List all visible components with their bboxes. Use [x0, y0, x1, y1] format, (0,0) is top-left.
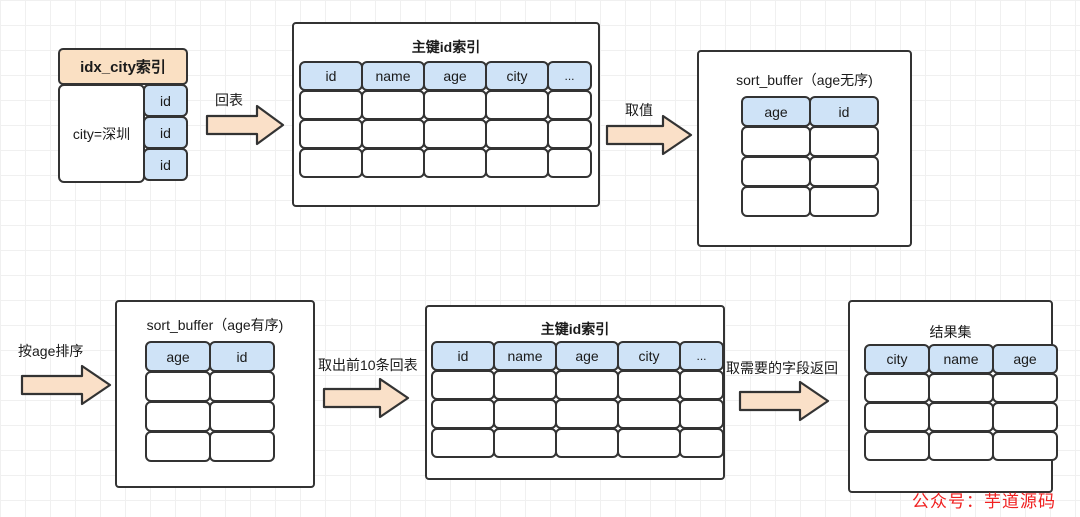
table-cell: [864, 373, 930, 403]
pk-index-top-col-city: city: [485, 61, 549, 91]
table-cell: [809, 156, 879, 187]
pk-index-top-container: 主键id索引 id name age city ...: [292, 22, 600, 207]
table-cell: [209, 431, 275, 462]
sort-buffer-sorted-col-id: id: [209, 341, 275, 372]
table-cell: [741, 186, 811, 217]
table-cell: [617, 399, 681, 429]
idx-city-id-cell-3: id: [143, 148, 188, 181]
table-cell: [547, 119, 592, 149]
table-cell: [992, 402, 1058, 432]
table-cell: [431, 399, 495, 429]
pk-index-bottom-col-age: age: [555, 341, 619, 371]
diagram-canvas: idx_city索引 city=深圳 id id id 回表 主键id索引 id…: [0, 0, 1080, 517]
table-cell: [485, 119, 549, 149]
table-cell: [617, 428, 681, 458]
table-cell: [928, 431, 994, 461]
sort-buffer-sorted-container: sort_buffer（age有序) age id: [115, 300, 315, 488]
table-cell: [741, 156, 811, 187]
pk-index-bottom-title: 主键id索引: [540, 321, 610, 337]
table-cell: [423, 119, 487, 149]
sort-buffer-unsorted-col-id: id: [809, 96, 879, 127]
pk-index-top-col-age: age: [423, 61, 487, 91]
arrow-label-take-first-10: 取出前10条回表: [318, 357, 418, 373]
table-cell: [547, 90, 592, 120]
table-cell: [992, 373, 1058, 403]
table-cell: [679, 370, 724, 400]
arrow-return-needed-fields: [738, 380, 830, 422]
pk-index-bottom-col-ellipsis: ...: [679, 341, 724, 371]
table-cell: [493, 399, 557, 429]
table-cell: [361, 148, 425, 178]
table-cell: [423, 90, 487, 120]
table-cell: [145, 401, 211, 432]
table-cell: [209, 401, 275, 432]
pk-index-top-title: 主键id索引: [411, 39, 481, 55]
result-set-col-city: city: [864, 344, 930, 374]
table-cell: [361, 119, 425, 149]
table-cell: [361, 90, 425, 120]
table-cell: [928, 373, 994, 403]
table-cell: [809, 126, 879, 157]
table-cell: [617, 370, 681, 400]
table-cell: [928, 402, 994, 432]
arrow-label-return-needed-fields: 取需要的字段返回: [726, 360, 838, 376]
table-cell: [493, 428, 557, 458]
idx-city-condition-cell: city=深圳: [58, 84, 145, 183]
table-cell: [423, 148, 487, 178]
pk-index-bottom-container: 主键id索引 id name age city ...: [425, 305, 725, 480]
idx-city-index-group: idx_city索引 city=深圳 id id id: [58, 48, 188, 183]
table-cell: [299, 148, 363, 178]
pk-index-bottom-col-city: city: [617, 341, 681, 371]
sort-buffer-sorted-col-age: age: [145, 341, 211, 372]
pk-index-top-col-id: id: [299, 61, 363, 91]
result-set-title: 结果集: [929, 324, 972, 340]
pk-index-bottom-col-name: name: [493, 341, 557, 371]
table-cell: [679, 428, 724, 458]
table-cell: [741, 126, 811, 157]
sort-buffer-unsorted-container: sort_buffer（age无序) age id: [697, 50, 912, 247]
arrow-take-first-10: [322, 377, 410, 419]
pk-index-top-col-ellipsis: ...: [547, 61, 592, 91]
table-cell: [992, 431, 1058, 461]
table-cell: [493, 370, 557, 400]
arrow-fetch-value: [605, 114, 693, 156]
table-cell: [555, 370, 619, 400]
table-cell: [555, 428, 619, 458]
table-cell: [145, 431, 211, 462]
arrow-label-sort-by-age: 按age排序: [18, 343, 84, 359]
result-set-col-age: age: [992, 344, 1058, 374]
idx-city-index-title: idx_city索引: [58, 48, 188, 85]
table-cell: [809, 186, 879, 217]
pk-index-bottom-col-id: id: [431, 341, 495, 371]
arrow-back-to-table: [205, 104, 285, 146]
pk-index-top-col-name: name: [361, 61, 425, 91]
table-cell: [145, 371, 211, 402]
table-cell: [431, 428, 495, 458]
table-cell: [679, 399, 724, 429]
table-cell: [485, 90, 549, 120]
table-cell: [299, 119, 363, 149]
table-cell: [864, 402, 930, 432]
table-cell: [299, 90, 363, 120]
table-cell: [555, 399, 619, 429]
table-cell: [547, 148, 592, 178]
sort-buffer-sorted-title: sort_buffer（age有序): [146, 317, 284, 333]
table-cell: [485, 148, 549, 178]
table-cell: [864, 431, 930, 461]
idx-city-id-cell-1: id: [143, 84, 188, 117]
idx-city-id-cell-2: id: [143, 116, 188, 149]
sort-buffer-unsorted-col-age: age: [741, 96, 811, 127]
table-cell: [431, 370, 495, 400]
result-set-col-name: name: [928, 344, 994, 374]
result-set-container: 结果集 city name age: [848, 300, 1058, 493]
table-cell: [209, 371, 275, 402]
watermark-text: 公众号：芋道源码: [912, 492, 1056, 511]
arrow-sort-by-age: [20, 364, 112, 406]
sort-buffer-unsorted-title: sort_buffer（age无序): [736, 72, 873, 88]
